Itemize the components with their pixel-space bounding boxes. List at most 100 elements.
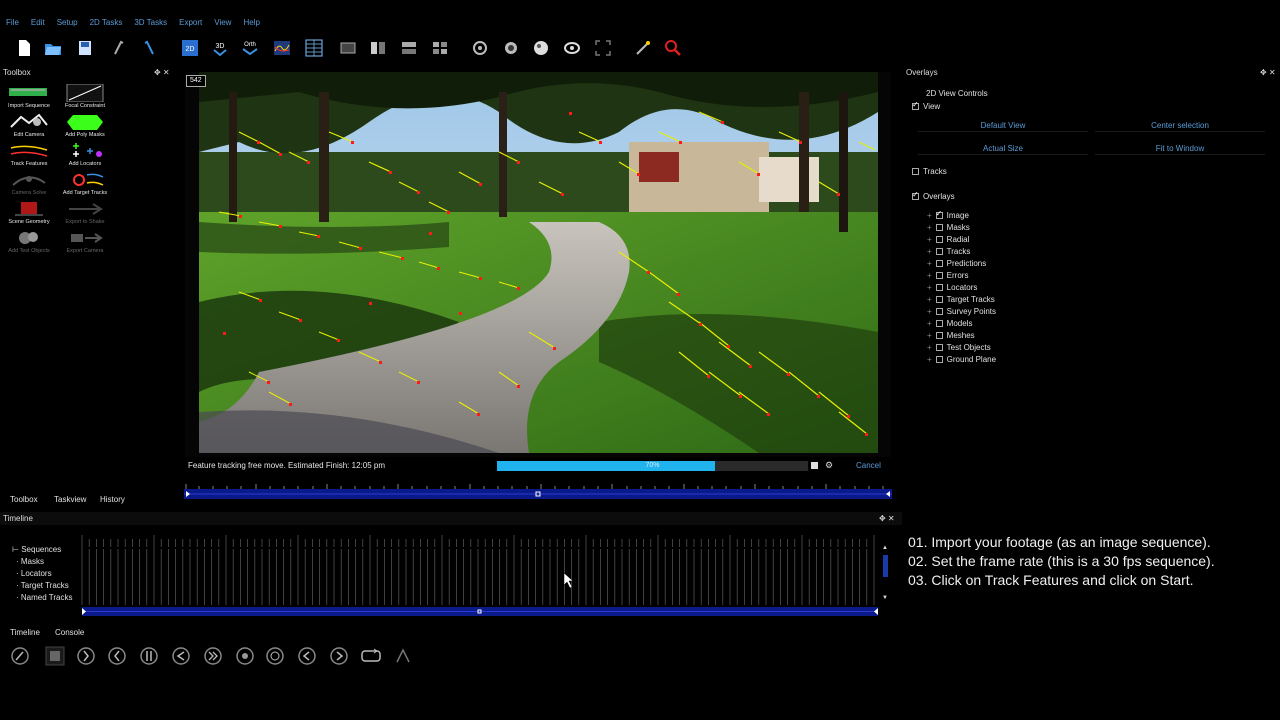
track-target-tracks[interactable]: · Target Tracks: [16, 581, 69, 590]
center-selection-button[interactable]: Center selection: [1095, 120, 1265, 132]
overlay-item-target-tracks[interactable]: + Target Tracks: [927, 295, 995, 304]
track-sequences[interactable]: ⊢ Sequences: [12, 545, 61, 554]
layout-single-icon[interactable]: [337, 36, 359, 60]
menu-edit[interactable]: Edit: [25, 16, 51, 30]
tool-add-locators[interactable]: Add Locators: [57, 142, 113, 170]
step-back-icon[interactable]: [105, 644, 129, 668]
ortho-view-icon[interactable]: Orth: [239, 36, 261, 60]
cancel-button[interactable]: Cancel: [856, 461, 881, 470]
toolbox-close-icon[interactable]: ✥ ✕: [154, 67, 170, 79]
eye-tool-icon[interactable]: [561, 36, 583, 60]
main-toolbar: 2D 3D Orth: [0, 36, 1280, 62]
camera-solve-icon: [12, 176, 46, 186]
menu-3d-tasks[interactable]: 3D Tasks: [128, 16, 173, 30]
key-forward-icon[interactable]: [263, 644, 287, 668]
timeline-close-icon[interactable]: ✥ ✕: [879, 513, 895, 525]
track-masks[interactable]: · Masks: [16, 557, 44, 566]
layout-stack-icon[interactable]: [398, 36, 420, 60]
tool-export-to-shake[interactable]: Export to Shake: [57, 200, 113, 228]
tool-scene-geometry[interactable]: Scene Geometry: [1, 200, 57, 228]
play-forward-icon[interactable]: [74, 644, 98, 668]
menu-export[interactable]: Export: [173, 16, 208, 30]
play-reverse-icon[interactable]: [169, 644, 193, 668]
tab-toolbox[interactable]: Toolbox: [10, 495, 38, 504]
tab-taskview[interactable]: Taskview: [54, 495, 86, 504]
sphere-tool-icon[interactable]: [530, 36, 552, 60]
timeline-track-area[interactable]: [78, 535, 880, 620]
overlay-item-survey-points[interactable]: + Survey Points: [927, 307, 996, 316]
overlay-checkbox: [935, 209, 943, 219]
pause-icon[interactable]: [137, 644, 161, 668]
orbit-tool-icon[interactable]: [500, 36, 522, 60]
graph-editor-icon[interactable]: [271, 36, 293, 60]
timeline-scrollbar[interactable]: ▲ ▼: [882, 545, 889, 603]
view-2d-icon[interactable]: 2D: [179, 36, 201, 60]
overlay-item-models[interactable]: + Models: [927, 319, 972, 328]
tool-export-camera[interactable]: Export Camera: [57, 229, 113, 257]
layout-split-icon[interactable]: [367, 36, 389, 60]
tool-camera-solve[interactable]: Camera Solve: [1, 171, 57, 199]
overlays-checkbox[interactable]: Overlays: [912, 190, 955, 201]
tab-history[interactable]: History: [100, 495, 125, 504]
menu-file[interactable]: File: [0, 16, 25, 30]
layout-quad-icon[interactable]: [429, 36, 451, 60]
overlay-item-tracks[interactable]: + Tracks: [927, 247, 970, 256]
menu-setup[interactable]: Setup: [51, 16, 84, 30]
pan-tool-icon[interactable]: [469, 36, 491, 60]
frame-select-icon[interactable]: [592, 36, 614, 60]
tree-expand-icon: +: [927, 223, 932, 232]
menu-help[interactable]: Help: [237, 16, 265, 30]
overlay-item-predictions[interactable]: + Predictions: [927, 259, 986, 268]
tab-console[interactable]: Console: [55, 628, 84, 637]
key-back-icon[interactable]: [233, 644, 257, 668]
undo-icon[interactable]: [108, 36, 130, 60]
stop-icon[interactable]: [43, 644, 67, 668]
stop-square-icon[interactable]: [811, 462, 818, 469]
go-start-icon[interactable]: [8, 644, 32, 668]
fast-forward-icon[interactable]: [201, 644, 225, 668]
overlay-item-radial[interactable]: + Radial: [927, 235, 969, 244]
prev-key-icon[interactable]: [295, 644, 319, 668]
grid-layout-icon[interactable]: [303, 36, 325, 60]
overlays-close-icon[interactable]: ✥ ✕: [1260, 67, 1276, 79]
viewport-scrubber[interactable]: [184, 480, 892, 500]
track-named-tracks[interactable]: · Named Tracks: [16, 593, 72, 602]
tab-timeline[interactable]: Timeline: [10, 628, 40, 637]
overlay-item-ground-plane[interactable]: + Ground Plane: [927, 355, 996, 364]
overlay-item-label: Meshes: [946, 331, 975, 340]
tracks-checkbox[interactable]: Tracks: [912, 167, 947, 176]
tool-track-features[interactable]: Track Features: [1, 142, 57, 170]
bounce-icon[interactable]: [391, 644, 415, 668]
track-locators[interactable]: · Locators: [16, 569, 52, 578]
next-key-icon[interactable]: [327, 644, 351, 668]
menu-view[interactable]: View: [208, 16, 237, 30]
overlay-item-masks[interactable]: + Masks: [927, 223, 970, 232]
redo-icon[interactable]: [138, 36, 160, 60]
menu-2d-tasks[interactable]: 2D Tasks: [84, 16, 129, 30]
view-checkbox[interactable]: View: [912, 100, 940, 111]
save-icon[interactable]: [74, 36, 96, 60]
svg-text:3D: 3D: [216, 43, 225, 50]
tool-add-poly-masks[interactable]: Add Poly Masks: [57, 113, 113, 141]
tool-add-test-objects[interactable]: Add Test Objects: [1, 229, 57, 257]
settings-icon[interactable]: ⚙: [825, 460, 833, 471]
tree-expand-icon: +: [927, 319, 932, 328]
tool-import-sequence[interactable]: Import Sequence: [1, 84, 57, 112]
open-folder-icon[interactable]: [42, 36, 64, 60]
tool-focal-constraint[interactable]: Focal Constraint: [57, 84, 113, 112]
fit-to-window-button[interactable]: Fit to Window: [1095, 143, 1265, 155]
view-3d-icon[interactable]: 3D: [209, 36, 231, 60]
magic-wand-icon[interactable]: [632, 36, 654, 60]
default-view-button[interactable]: Default View: [918, 120, 1088, 132]
new-file-icon[interactable]: [13, 36, 35, 60]
overlay-item-meshes[interactable]: + Meshes: [927, 331, 975, 340]
overlay-item-locators[interactable]: + Locators: [927, 283, 977, 292]
overlay-item-image[interactable]: + Image: [927, 209, 969, 220]
zoom-tool-icon[interactable]: [662, 36, 684, 60]
tool-edit-camera[interactable]: Edit Camera: [1, 113, 57, 141]
tool-add-target-tracks[interactable]: Add Target Tracks: [57, 171, 113, 199]
actual-size-button[interactable]: Actual Size: [918, 143, 1088, 155]
loop-icon[interactable]: [359, 644, 383, 668]
overlay-item-test-objects[interactable]: + Test Objects: [927, 343, 991, 352]
overlay-item-errors[interactable]: + Errors: [927, 271, 968, 280]
